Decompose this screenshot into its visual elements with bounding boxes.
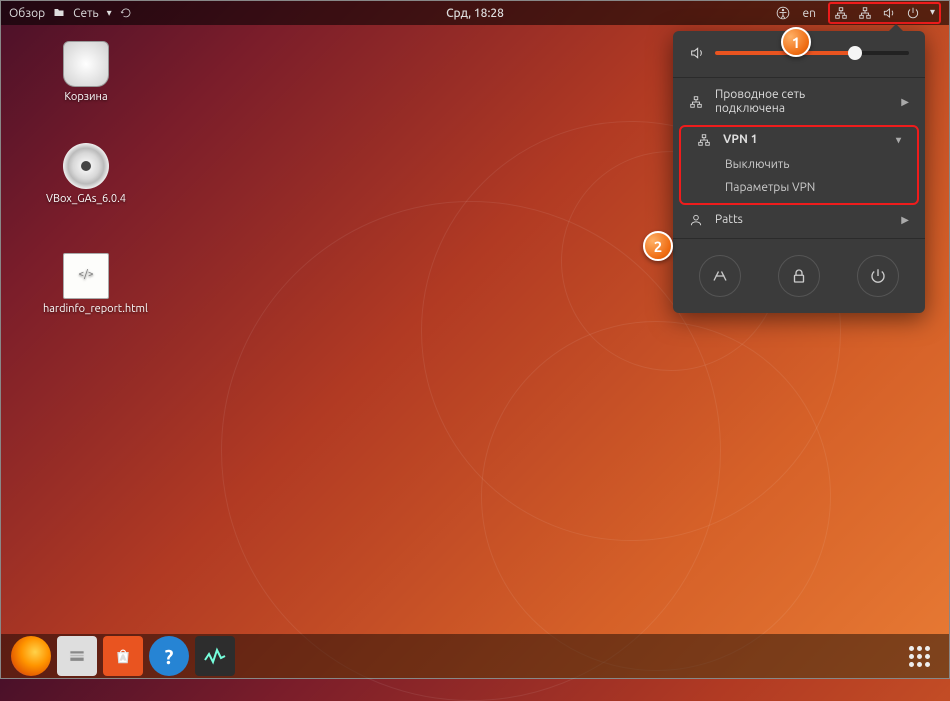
status-area-highlight: ▾ bbox=[828, 2, 941, 24]
vpn-status-icon[interactable] bbox=[858, 6, 872, 20]
trash-icon bbox=[63, 41, 109, 87]
annotation-1: 1 bbox=[781, 27, 811, 57]
dock-app-software[interactable]: A bbox=[103, 636, 143, 676]
settings-button[interactable] bbox=[699, 255, 741, 297]
places-icon bbox=[53, 7, 65, 19]
system-menu-popover: Проводное сеть подключена ▶ VPN 1 ▾ Выкл… bbox=[673, 31, 925, 313]
dock-app-files[interactable] bbox=[57, 636, 97, 676]
network-wired-icon[interactable] bbox=[834, 6, 848, 20]
chevron-down-icon: ▾ bbox=[896, 134, 901, 146]
menu-separator bbox=[673, 77, 925, 78]
shutdown-button[interactable] bbox=[857, 255, 899, 297]
system-menu-arrow[interactable]: ▾ bbox=[930, 6, 935, 20]
accessibility-icon[interactable] bbox=[776, 6, 790, 20]
network-wired-icon bbox=[689, 95, 703, 109]
chevron-right-icon: ▶ bbox=[901, 96, 909, 108]
desktop-icon-file[interactable]: hardinfo_report.html bbox=[43, 253, 129, 315]
menu-separator bbox=[673, 238, 925, 239]
annotation-2: 2 bbox=[643, 231, 673, 261]
dock-app-monitor[interactable] bbox=[195, 636, 235, 676]
wired-label-line2: подключена bbox=[715, 102, 785, 115]
places-dropdown-arrow[interactable]: ▾ bbox=[107, 7, 112, 19]
desktop-icon-label: VBox_GAs_6.0.4 bbox=[43, 193, 129, 205]
dock-app-firefox[interactable] bbox=[11, 636, 51, 676]
user-label: Patts bbox=[715, 213, 889, 227]
system-monitor-icon bbox=[203, 646, 227, 666]
menu-item-user[interactable]: Patts ▶ bbox=[673, 207, 925, 233]
files-icon bbox=[66, 645, 88, 667]
desktop-icon-disc[interactable]: VBox_GAs_6.0.4 bbox=[43, 143, 129, 205]
svg-text:A: A bbox=[120, 654, 126, 662]
clock[interactable]: Срд, 18:28 bbox=[446, 7, 504, 20]
vpn-group-highlight: VPN 1 ▾ Выключить Параметры VPN bbox=[679, 125, 919, 205]
vpn-settings[interactable]: Параметры VPN bbox=[681, 176, 917, 199]
help-icon: ? bbox=[165, 645, 174, 668]
menu-item-vpn[interactable]: VPN 1 ▾ bbox=[681, 127, 917, 153]
desktop-icon-label: hardinfo_report.html bbox=[43, 303, 129, 315]
power-icon[interactable] bbox=[906, 6, 920, 20]
volume-icon[interactable] bbox=[882, 6, 896, 20]
file-icon bbox=[63, 253, 109, 299]
desktop-icon-label: Корзина bbox=[43, 91, 129, 103]
menu-item-wired[interactable]: Проводное сеть подключена ▶ bbox=[673, 82, 925, 123]
places-menu[interactable]: Сеть bbox=[73, 7, 99, 20]
volume-slider[interactable] bbox=[715, 51, 909, 55]
disc-icon bbox=[63, 143, 109, 189]
refresh-icon[interactable] bbox=[120, 7, 132, 19]
lock-button[interactable] bbox=[778, 255, 820, 297]
input-locale[interactable]: en bbox=[802, 7, 815, 20]
dock-app-help[interactable]: ? bbox=[149, 636, 189, 676]
vpn-icon bbox=[697, 133, 711, 147]
top-bar: Обзор Сеть ▾ Срд, 18:28 en bbox=[1, 1, 949, 25]
desktop-icon-trash[interactable]: Корзина bbox=[43, 41, 129, 103]
volume-icon bbox=[689, 45, 705, 61]
apps-grid-icon bbox=[909, 646, 930, 667]
wired-label-line1: Проводное сеть bbox=[715, 88, 805, 101]
vpn-turn-off[interactable]: Выключить bbox=[681, 153, 917, 176]
activities-button[interactable]: Обзор bbox=[9, 7, 45, 20]
shopping-bag-icon: A bbox=[113, 646, 133, 666]
chevron-right-icon: ▶ bbox=[901, 214, 909, 226]
dock-show-apps[interactable] bbox=[899, 636, 939, 676]
vpn-title: VPN 1 bbox=[723, 133, 884, 147]
dock: A ? bbox=[1, 634, 949, 678]
user-icon bbox=[689, 213, 703, 227]
